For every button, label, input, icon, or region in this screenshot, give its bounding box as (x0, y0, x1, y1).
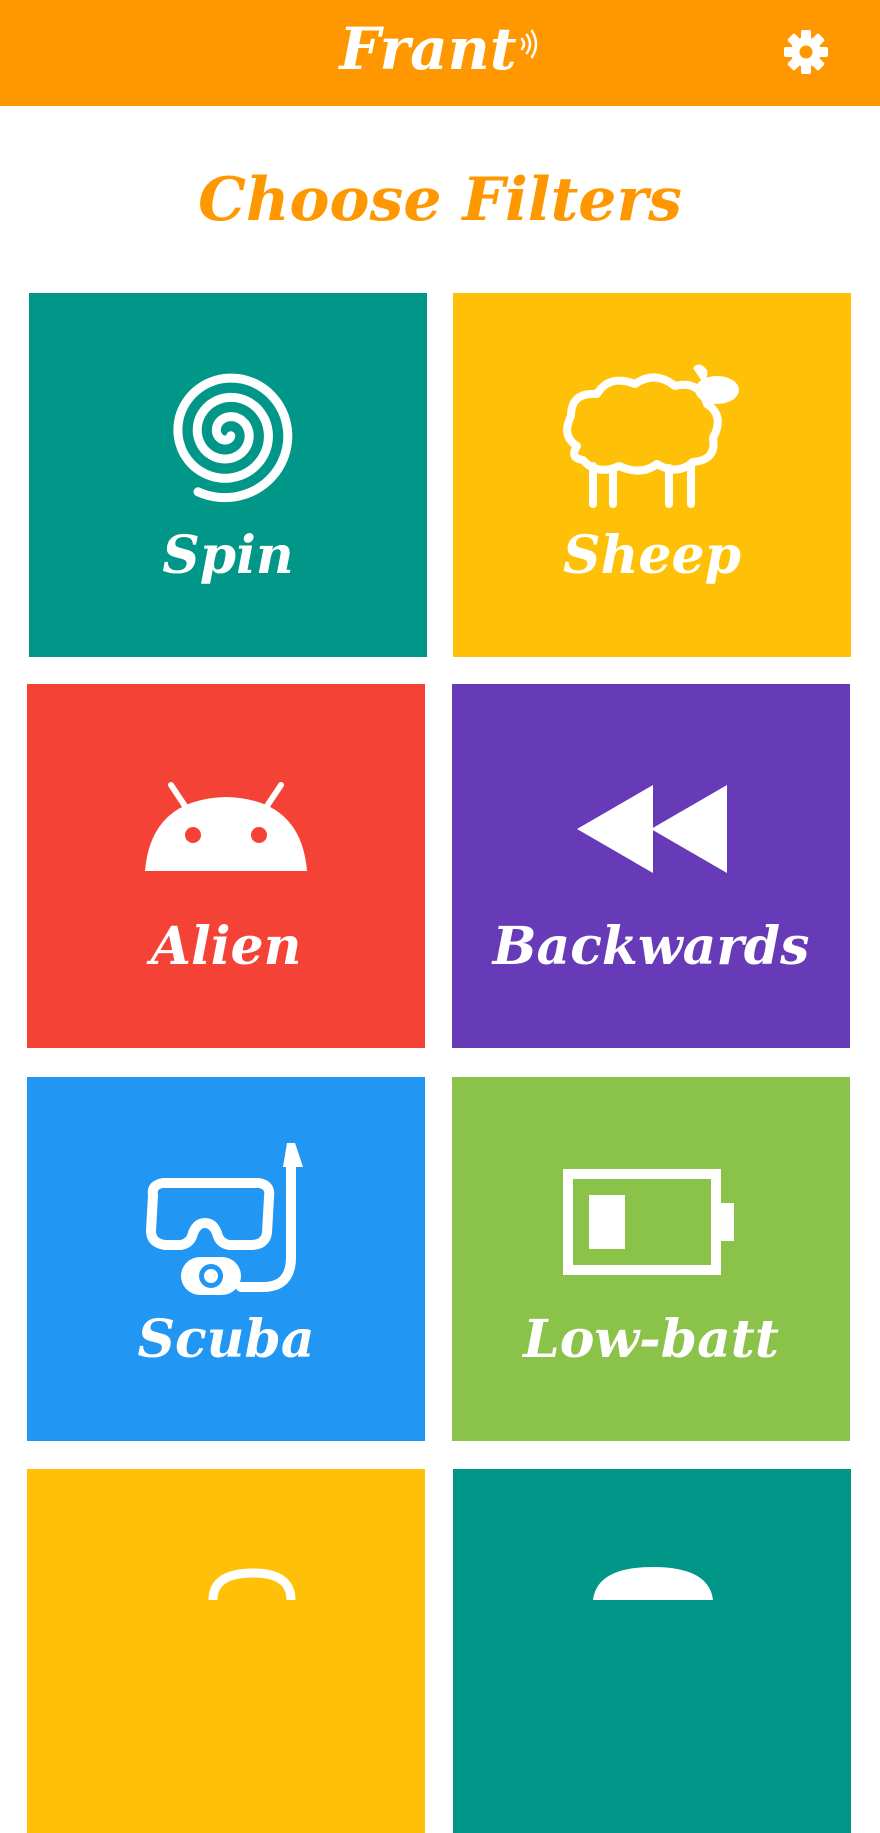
sheep-icon (563, 364, 739, 508)
app-title: Frant (339, 15, 517, 83)
spiral-icon (173, 373, 293, 503)
broadcast-waves-icon (520, 29, 537, 59)
filter-tile-scuba[interactable]: Scuba (27, 1077, 425, 1441)
android-icon (145, 782, 307, 871)
app-bar: Frant (0, 0, 880, 106)
filter-label: Spin (162, 525, 294, 586)
app-logo: Frant (0, 14, 880, 84)
partial-icon (208, 1568, 296, 1600)
filter-tile-8[interactable] (453, 1469, 851, 1833)
partial-icon (593, 1567, 713, 1600)
filter-label: Sheep (563, 525, 741, 586)
filter-label: Alien (150, 916, 302, 977)
gear-icon (784, 30, 828, 74)
settings-button[interactable] (782, 28, 830, 76)
filter-tile-low-batt[interactable]: Low-batt (452, 1077, 850, 1441)
page-title: Choose Filters (198, 165, 682, 235)
filter-tile-7[interactable] (27, 1469, 425, 1833)
filter-tile-spin[interactable]: Spin (29, 293, 427, 657)
low-battery-icon (563, 1169, 734, 1275)
filter-label: Scuba (137, 1309, 315, 1370)
filter-label: Low-batt (523, 1309, 779, 1370)
filter-label: Backwards (492, 916, 810, 977)
filter-tile-sheep[interactable]: Sheep (453, 293, 851, 657)
rewind-icon (577, 785, 727, 873)
snorkel-mask-icon (146, 1143, 303, 1295)
filter-tile-backwards[interactable]: Backwards (452, 684, 850, 1048)
filter-tile-alien[interactable]: Alien (27, 684, 425, 1048)
